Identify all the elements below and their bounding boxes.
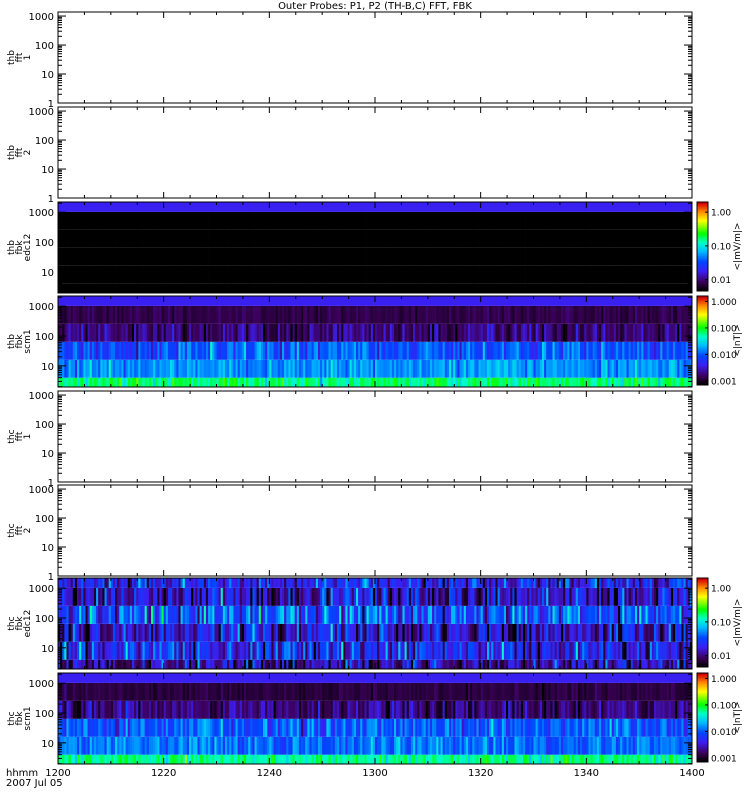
colorbar: 0.01 0.10 1.00<|mV/m|> bbox=[696, 201, 743, 292]
panel-label-line: 1 bbox=[23, 434, 33, 440]
colorbar: 0.0010.0100.1001.000<|nT|> bbox=[696, 295, 743, 387]
colorbar-label: <|mV/m|> bbox=[733, 223, 743, 271]
panel-label: thbfft1 bbox=[7, 50, 33, 65]
colorbar-tick-label: 0.001 bbox=[711, 377, 737, 387]
y-tick-label: 10 bbox=[41, 543, 54, 554]
y-tick-label: 10 bbox=[41, 362, 54, 373]
y-tick-label: 1000 bbox=[29, 485, 54, 496]
panel-frame bbox=[57, 11, 693, 104]
panel-thb-fbk-scm1: 0.0010.0100.1001.000<|nT|>101001000thbfb… bbox=[7, 295, 743, 388]
colorbar-tick-label: 0.01 bbox=[711, 276, 731, 286]
plot-title: Outer Probes: P1, P2 (TH-B,C) FFT, FBK bbox=[278, 1, 472, 12]
y-tick-label: 1000 bbox=[29, 107, 54, 118]
y-tick-label: 1000 bbox=[29, 12, 54, 23]
y-tick-label: 100 bbox=[35, 41, 54, 52]
colorbar-tick-label: 0.10 bbox=[711, 242, 731, 252]
panel-thb-fft-1: 1 10 100 1000 thbfft1 bbox=[7, 11, 693, 110]
panel-label-line: 2 bbox=[23, 528, 33, 534]
panel-label-line: scm1 bbox=[23, 329, 33, 353]
panel-thb-fbk-edc12: 0.01 0.10 1.00<|mV/m|> 10 100 1000 thbfbkedc12 bbox=[7, 201, 743, 294]
y-tick-label: 10 bbox=[41, 165, 54, 176]
panel-label-line: 1 bbox=[23, 55, 33, 61]
panel-thc-fbk-edc12: 0.010.101.00<|mV/m|>101001000thcfbkedc12 bbox=[7, 577, 743, 670]
y-tick-label: 10 bbox=[41, 449, 54, 460]
y-tick-label: 100 bbox=[35, 238, 54, 249]
y-tick-label: 10 bbox=[41, 70, 54, 81]
colorbar-tick-label: 1.000 bbox=[711, 298, 737, 308]
y-tick-label: 100 bbox=[35, 420, 54, 431]
panel-label: thbfbkscm1 bbox=[7, 329, 33, 353]
panel-frame bbox=[57, 106, 693, 199]
colorbar-label: <|nT|> bbox=[733, 324, 743, 356]
colorbar-tick-label: 1.00 bbox=[711, 209, 731, 219]
y-tick-label: 1 bbox=[48, 572, 54, 583]
y-tick-label: 100 bbox=[35, 332, 54, 343]
y-tick-label: 1000 bbox=[29, 391, 54, 402]
panel-thc-fft-2: 1 10 100 1000 thcfft2 bbox=[7, 484, 693, 583]
panel-label-line: edc12 bbox=[23, 234, 33, 262]
y-tick-label: 100 bbox=[35, 514, 54, 525]
panel-label: thcfft2 bbox=[7, 523, 33, 537]
y-tick-label: 1000 bbox=[29, 302, 54, 313]
panel-frame bbox=[57, 484, 693, 577]
y-tick-label: 1000 bbox=[29, 208, 54, 219]
panel-label: thbfbkedc12 bbox=[7, 234, 33, 262]
panel-thc-fft-1: 1 10 100 1000 thcfft1 bbox=[7, 390, 693, 489]
panel-label-line: 2 bbox=[23, 150, 33, 156]
summary-plot: Outer Probes: P1, P2 (TH-B,C) FFT, FBK 1… bbox=[6, 1, 743, 789]
panel-frame bbox=[57, 390, 693, 483]
panel-label: thcfft1 bbox=[7, 429, 33, 443]
y-tick-label: 10 bbox=[41, 268, 54, 279]
y-tick-label: 100 bbox=[35, 136, 54, 147]
panel-label: thbfft2 bbox=[7, 145, 33, 160]
y-tick-label: 1 bbox=[48, 194, 54, 205]
panel-thb-fft-2: 1 10 100 1000 thbfft2 bbox=[7, 106, 693, 205]
